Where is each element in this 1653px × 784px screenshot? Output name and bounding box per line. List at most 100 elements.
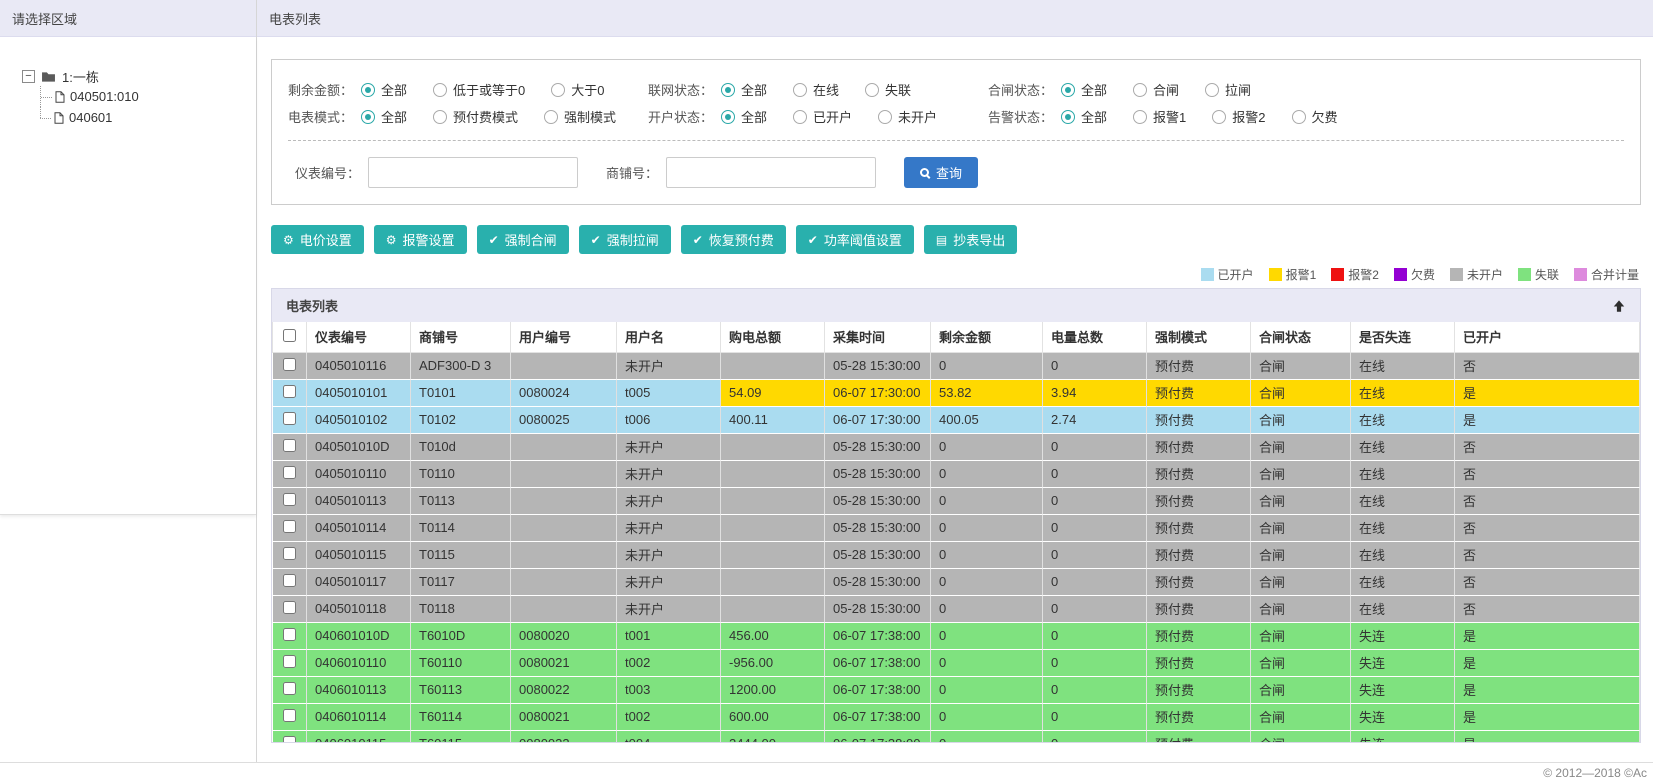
radio-icon[interactable] (361, 82, 376, 97)
radio-icon[interactable] (551, 82, 566, 97)
table-cell: 未开户 (616, 541, 721, 569)
toolbar-button-1[interactable]: ⚙ 电价设置 (271, 225, 364, 254)
row-checkbox[interactable] (282, 600, 296, 614)
row-checkbox[interactable] (282, 465, 296, 479)
radio-option[interactable]: 欠费 (1291, 107, 1338, 126)
row-checkbox[interactable] (282, 627, 296, 641)
radio-icon[interactable] (1061, 109, 1076, 124)
row-select-cell (272, 379, 307, 407)
row-checkbox[interactable] (282, 546, 296, 560)
row-checkbox[interactable] (282, 438, 296, 452)
filter-group: 联网状态： 全部 在线 失联 (648, 80, 988, 99)
radio-option[interactable]: 合闸 (1133, 80, 1179, 99)
radio-icon[interactable] (793, 109, 808, 124)
radio-icon[interactable] (544, 109, 559, 124)
radio-icon[interactable] (721, 82, 736, 97)
table-cell: 0405010101 (306, 379, 411, 407)
radio-option[interactable]: 报警2 (1212, 107, 1266, 126)
toolbar-button-2[interactable]: ⚙ 报警设置 (373, 225, 467, 254)
radio-option[interactable]: 报警1 (1133, 107, 1186, 126)
row-checkbox[interactable] (282, 519, 296, 533)
toolbar-button-7[interactable]: ▤ 抄表导出 (923, 225, 1018, 254)
table-cell (720, 568, 825, 596)
table-cell: 0 (1042, 676, 1147, 704)
radio-option[interactable]: 大于0 (551, 80, 605, 99)
radio-icon[interactable] (1291, 109, 1306, 124)
filter-panel: 剩余金额： 全部 低于或等于0 大于0 联网状态： 全部 在线 失联 合闸状态： 全部 合闸 拉闸 电表… (271, 59, 1641, 205)
radio-option[interactable]: 强制模式 (544, 107, 616, 126)
table-cell: 合闸 (1250, 595, 1351, 623)
radio-icon[interactable] (878, 109, 893, 124)
table-cell: 05-28 15:30:00 (824, 595, 931, 623)
toolbar-button-6[interactable]: ✔ 功率阈值设置 (795, 225, 914, 254)
radio-icon[interactable] (361, 109, 376, 124)
table-cell: 合闸 (1250, 352, 1351, 380)
table-cell: 05-28 15:30:00 (824, 487, 931, 515)
row-checkbox[interactable] (282, 654, 296, 668)
column-header: 合闸状态 (1250, 322, 1351, 353)
tree-node-label[interactable]: 040501:010 (70, 89, 139, 104)
file-icon (55, 90, 65, 103)
row-checkbox[interactable] (282, 411, 296, 425)
row-checkbox[interactable] (282, 573, 296, 587)
table-cell: 否 (1454, 487, 1640, 515)
table-cell: 0 (930, 352, 1043, 380)
tree-node-040601[interactable]: 040601 (40, 107, 242, 128)
row-checkbox[interactable] (282, 384, 296, 398)
radio-icon[interactable] (1212, 109, 1227, 124)
row-select-cell (272, 595, 307, 623)
radio-icon[interactable] (1133, 109, 1148, 124)
radio-icon[interactable] (433, 109, 448, 124)
table-cell (510, 541, 617, 569)
radio-label: 全部 (1081, 83, 1108, 98)
tree-node-040501[interactable]: 040501:010 (40, 86, 242, 107)
radio-icon[interactable] (433, 82, 448, 97)
tree-collapse-icon[interactable]: − (22, 70, 35, 83)
row-select-cell (272, 730, 307, 742)
radio-icon[interactable] (1205, 82, 1220, 97)
radio-icon[interactable] (865, 82, 880, 97)
row-checkbox[interactable] (282, 492, 296, 506)
toolbar-button-5[interactable]: ✔ 恢复预付费 (680, 225, 786, 254)
tree-node-label[interactable]: 040601 (69, 110, 112, 125)
radio-option[interactable]: 预付费模式 (433, 107, 518, 126)
radio-option[interactable]: 全部 (1061, 80, 1107, 99)
row-checkbox[interactable] (282, 708, 296, 722)
table-row: 040601010D T6010D 0080020 t001 456.00 06-07 1… (272, 622, 1640, 650)
radio-option[interactable]: 全部 (361, 80, 407, 99)
radio-option[interactable]: 未开户 (878, 107, 937, 126)
select-all-checkbox[interactable] (283, 328, 296, 342)
tree-root-node[interactable]: − 1:一栋 (22, 67, 242, 86)
radio-option[interactable]: 全部 (1061, 107, 1107, 126)
row-checkbox[interactable] (282, 357, 296, 371)
radio-option[interactable]: 失联 (865, 80, 911, 99)
table-cell: 否 (1454, 514, 1640, 542)
row-checkbox[interactable] (282, 681, 296, 695)
meter-no-input[interactable] (368, 157, 578, 188)
toolbar-button-4[interactable]: ✔ 强制拉闸 (578, 225, 671, 254)
filter-row: 电表模式： 全部 预付费模式 强制模式 开户状态： 全部 已开户 未开户 告警状态： 全部 报警1 报… (288, 107, 1624, 126)
check-icon: ✔ (590, 232, 601, 247)
radio-icon[interactable] (1133, 82, 1148, 97)
table-cell: 600.00 (720, 703, 825, 731)
table-cell: 05-28 15:30:00 (824, 568, 931, 596)
toolbar-button-3[interactable]: ✔ 强制合闸 (476, 225, 569, 254)
shop-no-input[interactable] (666, 157, 877, 188)
row-select-cell (272, 703, 307, 731)
radio-label: 已开户 (813, 110, 853, 125)
row-checkbox[interactable] (282, 735, 296, 742)
radio-option[interactable]: 已开户 (793, 107, 852, 126)
radio-option[interactable]: 在线 (793, 80, 839, 99)
radio-icon[interactable] (1061, 82, 1076, 97)
radio-option[interactable]: 低于或等于0 (433, 80, 525, 99)
radio-option[interactable]: 全部 (721, 107, 767, 126)
radio-icon[interactable] (721, 109, 736, 124)
collapse-panel-icon[interactable] (1612, 299, 1626, 313)
radio-option[interactable]: 全部 (361, 107, 407, 126)
radio-option[interactable]: 全部 (721, 80, 767, 99)
tree-root-label[interactable]: 1:一栋 (62, 67, 99, 86)
radio-option[interactable]: 拉闸 (1205, 80, 1251, 99)
radio-icon[interactable] (793, 82, 808, 97)
table-row: 0406010114 T60114 0080021 t002 600.00 06-07 1… (272, 703, 1640, 731)
search-button[interactable]: 查询 (904, 157, 979, 188)
